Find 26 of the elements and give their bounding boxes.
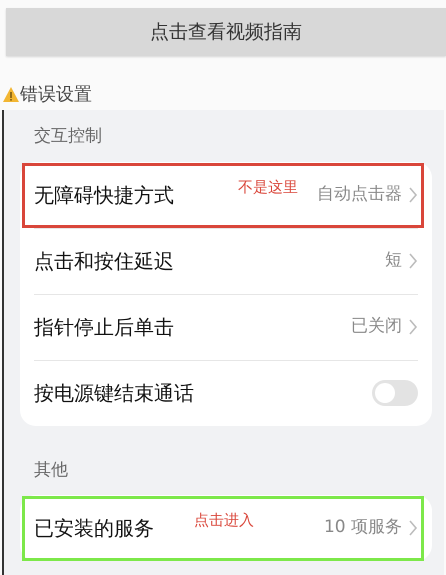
annotation-note: 不是这里 bbox=[238, 176, 298, 198]
toggle-switch[interactable] bbox=[372, 380, 418, 406]
warning-icon bbox=[2, 86, 20, 102]
chevron-icon bbox=[408, 519, 418, 537]
section-header: 交互控制 bbox=[33, 125, 103, 148]
section-header: 其他 bbox=[33, 458, 69, 482]
settings-row[interactable]: 点击和按住延迟 短 bbox=[20, 228, 432, 294]
chevron-icon bbox=[408, 318, 418, 336]
row-value: 10 项服务 bbox=[324, 516, 402, 540]
row-label: 已安装的服务 bbox=[34, 515, 154, 542]
row-label: 按电源键结束通话 bbox=[34, 380, 194, 406]
row-value: 短 bbox=[385, 248, 402, 272]
settings-row[interactable]: 按电源键结束通话 bbox=[20, 360, 432, 426]
video-guide-button[interactable]: 点击查看视频指南 bbox=[6, 8, 446, 56]
row-value: 已关闭 bbox=[351, 314, 402, 338]
warning-label: 错误设置 bbox=[20, 82, 92, 106]
settings-row[interactable]: 指针停止后单击 已关闭 bbox=[20, 294, 432, 360]
row-label: 指针停止后单击 bbox=[34, 314, 174, 340]
chevron-icon bbox=[408, 252, 418, 270]
settings-row[interactable]: 无障碍快捷方式 不是这里 自动点击器 bbox=[20, 162, 432, 228]
chevron-icon bbox=[408, 186, 418, 204]
row-label: 无障碍快捷方式 bbox=[34, 182, 174, 208]
row-value: 自动点击器 bbox=[317, 182, 402, 206]
annotation-note: 点击进入 bbox=[194, 510, 254, 531]
settings-row[interactable]: 已安装的服务 点击进入 10 项服务 bbox=[20, 495, 432, 561]
row-label: 点击和按住延迟 bbox=[34, 248, 174, 274]
